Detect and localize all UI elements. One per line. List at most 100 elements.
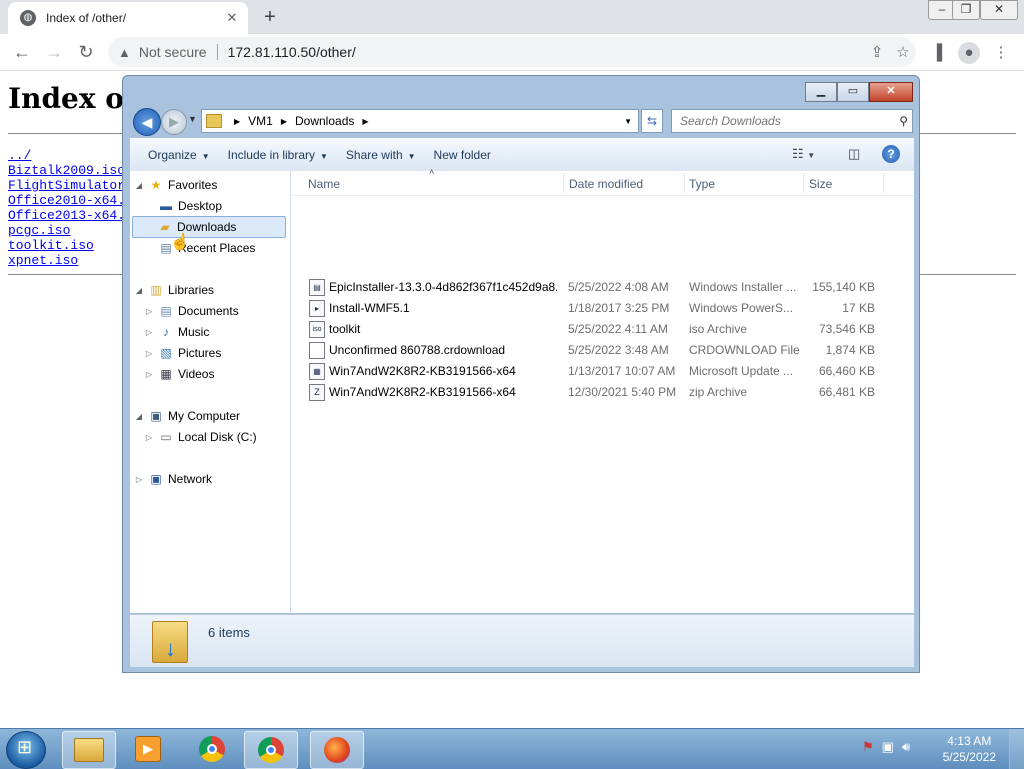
chevron-right-icon[interactable]: ▶ [281, 117, 287, 126]
file-type: Windows PowerS... [689, 301, 794, 315]
column-separator[interactable] [883, 173, 884, 193]
tab-close-icon[interactable]: ✕ [224, 10, 240, 26]
nav-videos[interactable]: ▷ ▦ Videos [144, 364, 215, 384]
address-bar[interactable]: ▲ Not secure 172.81.110.50/other/ ⇪ ☆ [108, 37, 916, 67]
expand-arrow-icon[interactable]: ◢ [134, 181, 144, 190]
breadcrumb-vm1[interactable]: VM1 [248, 114, 273, 128]
refresh-icon[interactable]: ⇆ [641, 109, 663, 133]
help-icon[interactable]: ? [882, 145, 900, 163]
media-player-icon: ▶ [135, 736, 161, 762]
expand-arrow-icon[interactable]: ▷ [144, 307, 154, 316]
share-icon[interactable]: ⇪ [864, 43, 890, 61]
new-folder-button[interactable]: New folder [434, 148, 491, 162]
browser-toolbar: ← → ↻ ▲ Not secure 172.81.110.50/other/ … [0, 34, 1024, 71]
nav-pictures[interactable]: ▷ ▧ Pictures [144, 343, 221, 363]
chevron-right-icon[interactable]: ▶ [234, 117, 240, 126]
share-with-button[interactable]: Share with ▼ [346, 148, 416, 162]
nav-desktop[interactable]: ▬ Desktop [154, 196, 222, 216]
file-row[interactable]: Unconfirmed 860788.crdownload 5/25/2022 … [291, 340, 914, 361]
column-separator[interactable] [803, 173, 804, 193]
explorer-maximize-icon[interactable]: ▭ [837, 82, 869, 102]
column-type[interactable]: Type [689, 177, 715, 191]
explorer-back-icon[interactable]: ◀ [133, 108, 161, 136]
menu-kebab-icon[interactable]: ⋮ [990, 42, 1012, 64]
network-tray-icon[interactable]: ▣ [882, 739, 894, 755]
search-icon[interactable]: ⚲ [899, 114, 908, 128]
column-date-modified[interactable]: Date modified [569, 177, 643, 191]
nav-my-computer[interactable]: ◢ ▣ My Computer [134, 406, 240, 426]
nav-libraries[interactable]: ◢ ▥ Libraries [134, 280, 214, 300]
bookmark-star-icon[interactable]: ☆ [890, 43, 916, 61]
file-row[interactable]: ▤ EpicInstaller-13.3.0-4d862f367f1c452d9… [291, 277, 914, 298]
nav-local-disk[interactable]: ▷ ▭ Local Disk (C:) [144, 427, 257, 447]
new-tab-button[interactable]: + [258, 6, 282, 28]
media-player-taskbar-button[interactable]: ▶ [122, 731, 174, 767]
msu-icon: ▦ [309, 363, 325, 380]
side-panel-icon[interactable]: ▐ [926, 42, 948, 64]
column-separator[interactable] [563, 173, 564, 193]
preview-pane-icon[interactable]: ◫ [848, 146, 860, 162]
zip-icon: Z [309, 384, 325, 401]
expand-arrow-icon[interactable]: ▷ [144, 370, 154, 379]
view-options-icon[interactable]: ☷ ▼ [792, 146, 815, 162]
nav-label: Pictures [178, 346, 222, 360]
expand-arrow-icon[interactable]: ◢ [134, 412, 144, 421]
forward-icon[interactable]: → [42, 40, 66, 64]
address-dropdown-icon[interactable]: ▼ [624, 117, 632, 126]
explorer-taskbar-button[interactable] [62, 731, 116, 769]
expand-arrow-icon[interactable]: ▷ [144, 328, 154, 337]
file-row[interactable]: ▦ Win7AndW2K8R2-KB3191566-x64 1/13/2017 … [291, 361, 914, 382]
reload-icon[interactable]: ↻ [74, 40, 98, 64]
column-separator[interactable] [684, 173, 685, 193]
breadcrumb-downloads[interactable]: Downloads [295, 114, 354, 128]
warning-icon[interactable]: ▲ [118, 45, 131, 60]
nav-favorites[interactable]: ◢ ★ Favorites [134, 175, 217, 195]
chrome-taskbar-button[interactable] [186, 731, 238, 767]
url-text[interactable]: 172.81.110.50/other/ [228, 44, 864, 60]
omnibox-divider [216, 44, 218, 60]
profile-avatar-icon[interactable]: ● [958, 42, 980, 64]
expand-arrow-icon[interactable]: ▷ [144, 433, 154, 442]
browser-tab[interactable]: ◍ Index of /other/ ✕ [8, 2, 248, 34]
clock[interactable]: 4:13 AM 5/25/2022 [943, 733, 996, 765]
nav-music[interactable]: ▷ ♪ Music [144, 322, 209, 342]
action-center-icon[interactable]: ⚑ [862, 739, 874, 755]
explorer-forward-icon[interactable]: ▶ [161, 109, 187, 135]
security-label[interactable]: Not secure [139, 44, 207, 60]
folder-icon [206, 114, 222, 128]
explorer-window: ▁ ▭ ✕ ◀ ▶ ▼ ▶ VM1 ▶ Downloads ▶ ▼ ⇆ ⚲ Or… [122, 75, 920, 673]
file-type: iso Archive [689, 322, 748, 336]
file-list: Name ˄ Date modified Type Size ▤ EpicIns… [291, 167, 914, 613]
explorer-address-bar[interactable]: ▶ VM1 ▶ Downloads ▶ ▼ [201, 109, 639, 133]
search-box[interactable]: ⚲ [671, 109, 913, 133]
chrome-taskbar-button[interactable] [244, 731, 298, 769]
nav-network[interactable]: ▷ ▣ Network [134, 469, 212, 489]
back-icon[interactable]: ← [10, 40, 34, 64]
organize-button[interactable]: Organize ▼ [148, 148, 210, 162]
explorer-close-icon[interactable]: ✕ [869, 82, 913, 102]
show-desktop-button[interactable] [1009, 729, 1024, 769]
file-row[interactable]: ▸ Install-WMF5.1 1/18/2017 3:25 PM Windo… [291, 298, 914, 319]
include-in-library-button[interactable]: Include in library ▼ [228, 148, 328, 162]
column-name[interactable]: Name [308, 177, 340, 191]
volume-icon[interactable]: 🔊︎ [902, 739, 910, 755]
file-row[interactable]: iso toolkit 5/25/2022 4:11 AM iso Archiv… [291, 319, 914, 340]
expand-arrow-icon[interactable]: ▷ [134, 475, 144, 484]
start-button[interactable] [6, 731, 46, 769]
explorer-minimize-icon[interactable]: ▁ [805, 82, 837, 102]
firefox-taskbar-button[interactable] [310, 731, 364, 769]
expand-arrow-icon[interactable]: ▷ [144, 349, 154, 358]
column-size[interactable]: Size [809, 177, 832, 191]
expand-arrow-icon[interactable]: ◢ [134, 286, 144, 295]
chevron-right-icon[interactable]: ▶ [362, 117, 368, 126]
hand-cursor-icon: ☝ [170, 234, 190, 251]
search-input[interactable] [678, 113, 882, 129]
file-date: 5/25/2022 3:48 AM [568, 343, 669, 357]
file-row[interactable]: Z Win7AndW2K8R2-KB3191566-x64 12/30/2021… [291, 382, 914, 403]
nav-downloads[interactable]: ▰ Downloads [132, 216, 286, 238]
nav-documents[interactable]: ▷ ▤ Documents [144, 301, 239, 321]
restore-icon[interactable]: ❐ [952, 0, 980, 20]
chevron-down-icon: ▼ [407, 152, 416, 161]
close-icon[interactable]: ✕ [980, 0, 1018, 20]
history-dropdown-icon[interactable]: ▼ [188, 114, 197, 124]
